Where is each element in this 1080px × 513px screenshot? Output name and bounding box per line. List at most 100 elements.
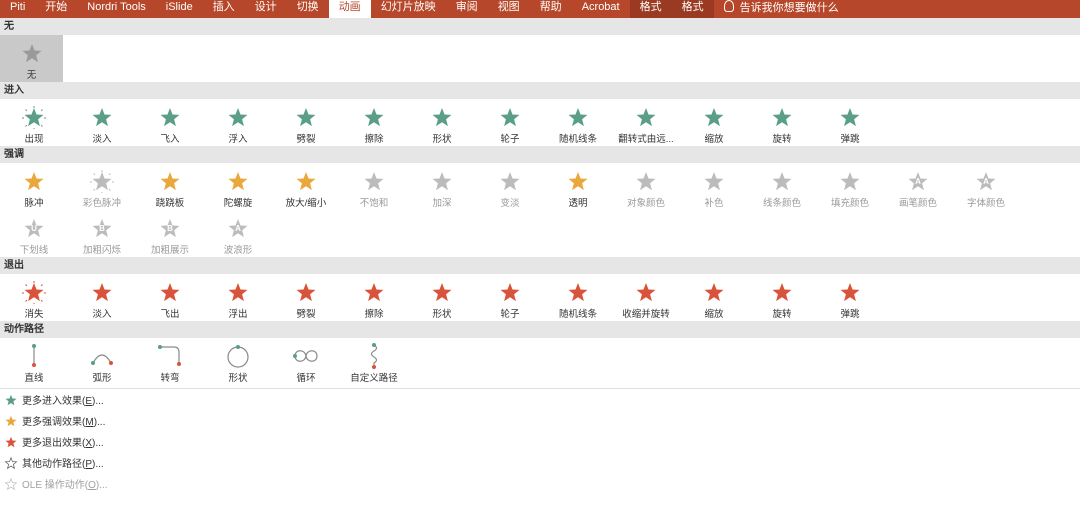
ribbon-tab-14[interactable]: 格式 bbox=[671, 0, 714, 18]
effect-label: 彩色脉冲 bbox=[82, 198, 121, 209]
effect-emphasis-12[interactable]: 填充颜色 bbox=[816, 163, 884, 210]
effect-exit-7[interactable]: 轮子 bbox=[476, 274, 544, 321]
menu-label-prefix: OLE 操作动作( bbox=[22, 480, 89, 491]
effect-enter-2[interactable]: 飞入 bbox=[136, 99, 204, 146]
effect-emphasis-11[interactable]: 线条颜色 bbox=[748, 163, 816, 210]
effect-exit-5[interactable]: 擦除 bbox=[340, 274, 408, 321]
effect-label: 出现 bbox=[24, 134, 44, 145]
effect-glyph: A bbox=[915, 176, 921, 186]
menu-item-label: 其他动作路径(P)... bbox=[22, 455, 104, 470]
effect-emphasis-2[interactable]: 跷跷板 bbox=[136, 163, 204, 210]
effect-enter-11[interactable]: 旋转 bbox=[748, 99, 816, 146]
menu-item-4[interactable]: OLE 操作动作(O)... bbox=[0, 473, 1080, 494]
menu-item-1[interactable]: 更多强调效果(M)... bbox=[0, 410, 1080, 431]
ribbon-tab-6[interactable]: 切换 bbox=[287, 0, 329, 18]
effect-label: 不饱和 bbox=[359, 198, 389, 209]
effect-emphasis-3[interactable]: 陀螺旋 bbox=[204, 163, 272, 210]
effect-emphasis-18[interactable]: A 波浪形 bbox=[204, 210, 272, 257]
effect-emphasis-6[interactable]: 加深 bbox=[408, 163, 476, 210]
ribbon-tab-7[interactable]: 动画 bbox=[328, 0, 371, 18]
star-effect-icon bbox=[566, 104, 590, 130]
motion-path-0[interactable]: 直线 bbox=[0, 338, 68, 385]
ribbon-tab-11[interactable]: 帮助 bbox=[530, 0, 572, 18]
grid-enter: 出现 淡入 飞入 浮入 劈裂 擦除 形状 轮子 随机线条 翻转式由远... 缩放 旋转 弹跳 bbox=[0, 99, 1080, 146]
effect-label: 缩放 bbox=[704, 309, 724, 320]
star-effect-icon bbox=[770, 279, 794, 305]
star-effect-icon bbox=[22, 168, 46, 194]
effect-emphasis-13[interactable]: A 画笔颜色 bbox=[884, 163, 952, 210]
effect-exit-4[interactable]: 劈裂 bbox=[272, 274, 340, 321]
effect-emphasis-4[interactable]: 放大/缩小 bbox=[272, 163, 340, 210]
effect-emphasis-17[interactable]: B 加粗展示 bbox=[136, 210, 204, 257]
tell-me-search[interactable]: 告诉我你想要做什么 bbox=[714, 0, 849, 18]
star-effect-icon bbox=[702, 279, 726, 305]
effect-emphasis-14[interactable]: A 字体颜色 bbox=[952, 163, 1020, 210]
effect-enter-9[interactable]: 翻转式由远... bbox=[612, 99, 680, 146]
ribbon-tab-10[interactable]: 视图 bbox=[488, 0, 530, 18]
effect-exit-8[interactable]: 随机线条 bbox=[544, 274, 612, 321]
effect-label: 对象颜色 bbox=[626, 198, 665, 209]
ribbon-tab-1[interactable]: 开始 bbox=[35, 0, 77, 18]
effect-label: 放大/缩小 bbox=[285, 198, 327, 209]
ole-gear-icon bbox=[0, 477, 22, 491]
motion-path-4[interactable]: 循环 bbox=[272, 338, 340, 385]
effect-enter-1[interactable]: 淡入 bbox=[68, 99, 136, 146]
ribbon-tab-0[interactable]: Piti bbox=[0, 0, 35, 18]
effect-emphasis-1[interactable]: 彩色脉冲 bbox=[68, 163, 136, 210]
effect-label: 浮出 bbox=[228, 309, 248, 320]
effect-exit-11[interactable]: 旋转 bbox=[748, 274, 816, 321]
effect-enter-5[interactable]: 擦除 bbox=[340, 99, 408, 146]
effect-label: 飞入 bbox=[160, 134, 180, 145]
menu-item-3[interactable]: 其他动作路径(P)... bbox=[0, 452, 1080, 473]
effect-exit-6[interactable]: 形状 bbox=[408, 274, 476, 321]
motion-path-1[interactable]: 弧形 bbox=[68, 338, 136, 385]
effect-enter-3[interactable]: 浮入 bbox=[204, 99, 272, 146]
effect-exit-9[interactable]: 收缩并旋转 bbox=[612, 274, 680, 321]
effect-label: 随机线条 bbox=[558, 134, 597, 145]
red-star-icon bbox=[0, 435, 22, 449]
section-header-paths: 动作路径 bbox=[0, 321, 1080, 338]
effect-exit-2[interactable]: 飞出 bbox=[136, 274, 204, 321]
effect-enter-4[interactable]: 劈裂 bbox=[272, 99, 340, 146]
ribbon-tab-9[interactable]: 审阅 bbox=[446, 0, 488, 18]
grid-exit: 消失 淡入 飞出 浮出 劈裂 擦除 形状 轮子 随机线条 收缩并旋转 缩放 旋转 弹跳 bbox=[0, 274, 1080, 321]
ribbon-tab-13[interactable]: 格式 bbox=[629, 0, 672, 18]
effect-emphasis-10[interactable]: 补色 bbox=[680, 163, 748, 210]
motion-path-3[interactable]: 形状 bbox=[204, 338, 272, 385]
effect-emphasis-16[interactable]: B 加粗闪烁 bbox=[68, 210, 136, 257]
ribbon-tab-5[interactable]: 设计 bbox=[245, 0, 287, 18]
effect-none-0[interactable]: 无 bbox=[0, 35, 63, 82]
motion-path-2[interactable]: 转弯 bbox=[136, 338, 204, 385]
ribbon-tab-2[interactable]: Nordri Tools bbox=[77, 0, 156, 18]
effect-enter-6[interactable]: 形状 bbox=[408, 99, 476, 146]
effect-glyph: A bbox=[235, 223, 241, 233]
ribbon-tab-8[interactable]: 幻灯片放映 bbox=[371, 0, 446, 18]
effect-enter-8[interactable]: 随机线条 bbox=[544, 99, 612, 146]
menu-item-2[interactable]: 更多退出效果(X)... bbox=[0, 431, 1080, 452]
motion-path-label: 形状 bbox=[228, 373, 248, 384]
ribbon-tab-12[interactable]: Acrobat bbox=[572, 0, 630, 18]
effect-emphasis-7[interactable]: 变淡 bbox=[476, 163, 544, 210]
effect-exit-3[interactable]: 浮出 bbox=[204, 274, 272, 321]
menu-item-0[interactable]: 更多进入效果(E)... bbox=[0, 389, 1080, 410]
effect-emphasis-8[interactable]: 透明 bbox=[544, 163, 612, 210]
effect-exit-12[interactable]: 弹跳 bbox=[816, 274, 884, 321]
effect-exit-0[interactable]: 消失 bbox=[0, 274, 68, 321]
motion-path-5[interactable]: 自定义路径 bbox=[340, 338, 408, 385]
effect-enter-7[interactable]: 轮子 bbox=[476, 99, 544, 146]
ribbon-tab-4[interactable]: 插入 bbox=[203, 0, 245, 18]
star-effect-icon bbox=[226, 279, 250, 305]
effect-label: 形状 bbox=[432, 134, 452, 145]
star-effect-icon: A bbox=[226, 215, 250, 241]
effect-enter-10[interactable]: 缩放 bbox=[680, 99, 748, 146]
effect-emphasis-5[interactable]: 不饱和 bbox=[340, 163, 408, 210]
effect-emphasis-0[interactable]: 脉冲 bbox=[0, 163, 68, 210]
star-effect-icon bbox=[498, 168, 522, 194]
effect-enter-12[interactable]: 弹跳 bbox=[816, 99, 884, 146]
effect-emphasis-9[interactable]: 对象颜色 bbox=[612, 163, 680, 210]
ribbon-tab-3[interactable]: iSlide bbox=[156, 0, 203, 18]
effect-exit-1[interactable]: 淡入 bbox=[68, 274, 136, 321]
effect-emphasis-15[interactable]: U 下划线 bbox=[0, 210, 68, 257]
effect-exit-10[interactable]: 缩放 bbox=[680, 274, 748, 321]
effect-enter-0[interactable]: 出现 bbox=[0, 99, 68, 146]
